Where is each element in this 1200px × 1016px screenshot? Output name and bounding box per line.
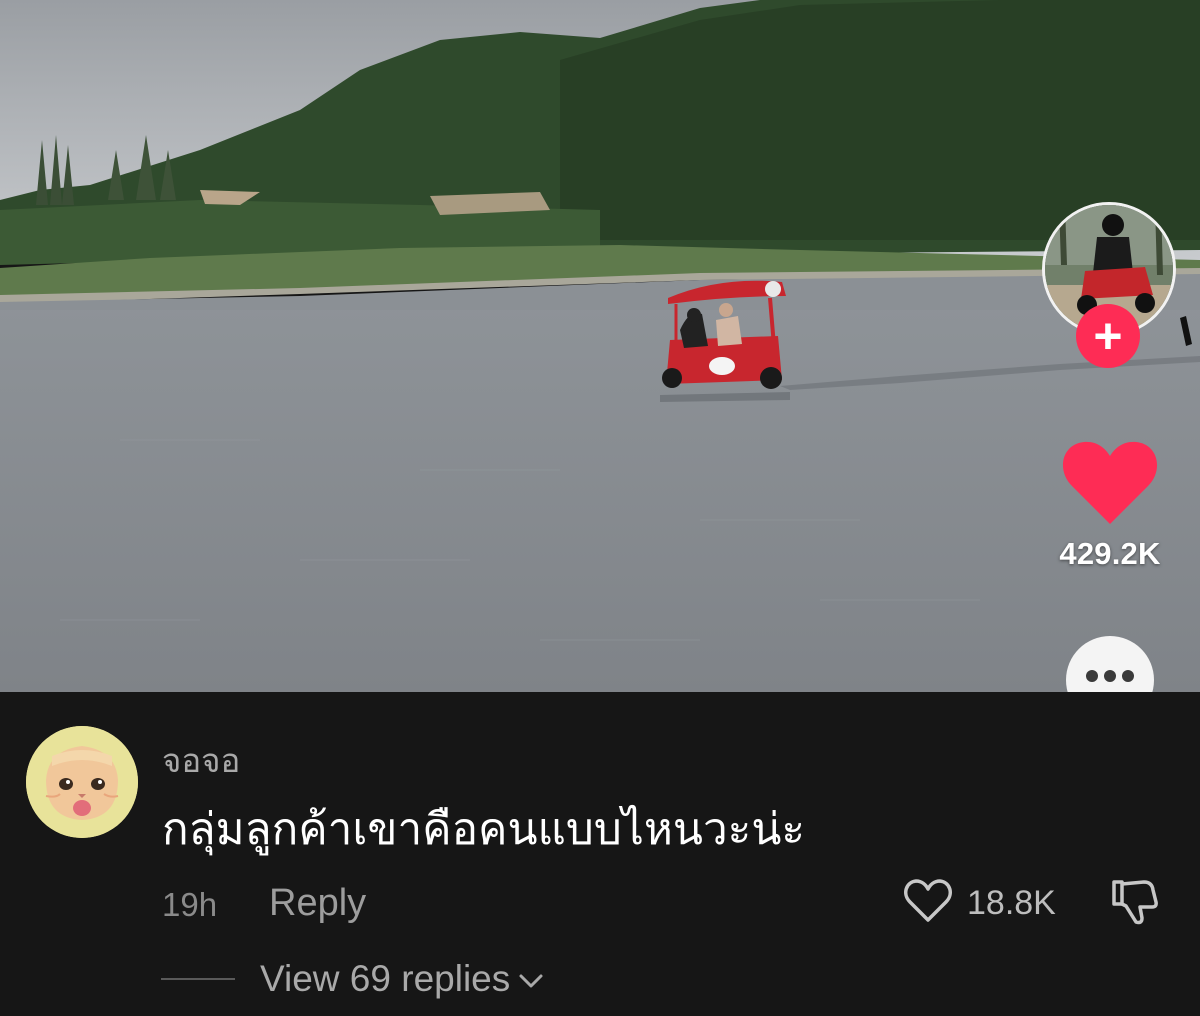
view-replies-label: View 69 replies [260,958,511,999]
comment-like-button[interactable] [903,878,953,924]
comment-text: กลุ่มลูกค้าเขาคือคนแบบไหนวะน่ะ [162,805,806,854]
comment-panel: จอจอ กลุ่มลูกค้าเขาคือคนแบบไหนวะน่ะ 19h … [0,692,1200,1016]
dislike-button[interactable] [1108,876,1160,928]
ellipsis-dot [1122,670,1134,682]
thumbs-down-icon [1112,880,1158,925]
heart-outline-icon [904,879,952,922]
comment-username[interactable]: จอจอ [162,734,240,787]
video-player[interactable]: + 429.2K [0,0,1200,692]
chevron-down-icon [519,974,543,988]
like-count: 429.2K [1059,536,1161,571]
heart-filled-icon [1062,441,1158,524]
follow-button[interactable]: + [1076,304,1140,368]
comment-like-count: 18.8K [967,884,1056,922]
replies-divider [161,978,235,980]
like-button[interactable] [1060,436,1160,528]
commenter-avatar[interactable] [26,726,138,838]
plus-icon: + [1093,308,1123,364]
video-frame [0,0,1200,692]
ellipsis-icon [1086,670,1098,682]
view-replies-button[interactable]: View 69 replies [260,958,544,1000]
reply-button[interactable]: Reply [269,882,366,925]
comment-timestamp: 19h [162,886,218,923]
ellipsis-dot [1104,670,1116,682]
cat-avatar-image [26,726,138,838]
